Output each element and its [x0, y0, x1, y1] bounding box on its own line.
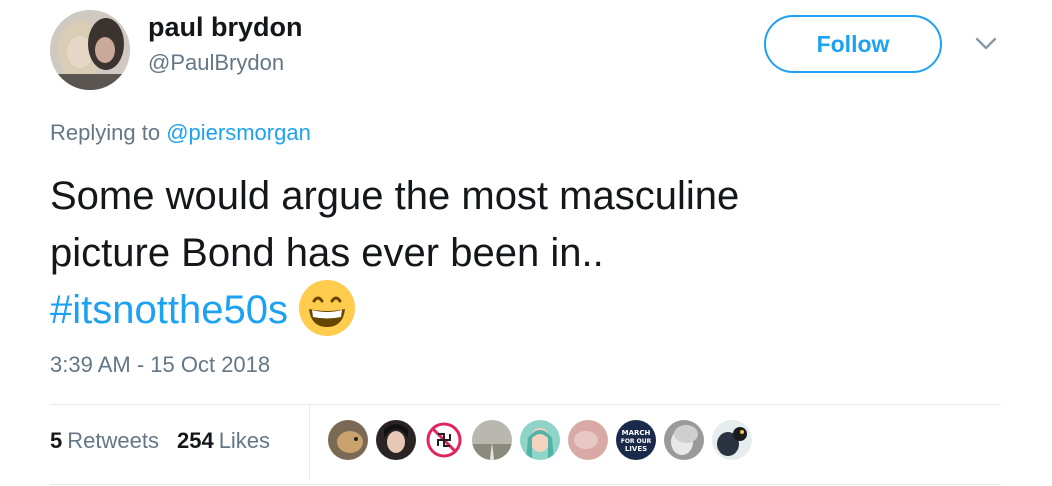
- display-name[interactable]: paul brydon: [148, 12, 303, 43]
- timestamp[interactable]: 3:39 AM - 15 Oct 2018: [50, 352, 270, 378]
- chevron-down-icon[interactable]: [974, 34, 998, 54]
- divider: [50, 484, 1001, 485]
- tweet-line-3: #itsnotthe50s: [50, 279, 950, 341]
- follow-button[interactable]: Follow: [764, 15, 942, 73]
- replying-to: Replying to @piersmorgan: [50, 120, 311, 146]
- mention-link[interactable]: @piersmorgan: [166, 120, 311, 145]
- liker-avatars: MARCH FOR OUR LIVES: [328, 420, 760, 460]
- tweet-stats: 5 Retweets 254 Likes: [50, 428, 270, 454]
- march-badge-line: LIVES: [625, 445, 647, 453]
- likes-count: 254: [176, 428, 214, 453]
- tweet-line-1: Some would argue the most masculine: [50, 174, 740, 218]
- grinning-face-emoji-icon: [298, 279, 356, 337]
- liker-avatar[interactable]: [328, 420, 368, 460]
- liker-avatar[interactable]: [664, 420, 704, 460]
- user-handle[interactable]: @PaulBrydon: [148, 50, 284, 76]
- march-badge-line: MARCH: [622, 429, 651, 437]
- tweet-text: Some would argue the most masculine pict…: [50, 168, 950, 341]
- liker-avatar[interactable]: [520, 420, 560, 460]
- liker-avatar[interactable]: MARCH FOR OUR LIVES: [616, 420, 656, 460]
- stats-divider: [309, 405, 310, 480]
- liker-avatar[interactable]: [376, 420, 416, 460]
- divider: [50, 404, 1001, 405]
- tweet-line-2: picture Bond has ever been in..: [50, 231, 604, 275]
- liker-avatar[interactable]: [472, 420, 512, 460]
- retweets-label: Retweets: [67, 428, 159, 453]
- liker-avatar[interactable]: [712, 420, 752, 460]
- retweets-count: 5: [50, 428, 63, 453]
- avatar[interactable]: [50, 10, 130, 90]
- march-badge-line: FOR OUR: [621, 438, 652, 445]
- hashtag-link[interactable]: #itsnotthe50s: [50, 288, 288, 332]
- likes-label: Likes: [218, 428, 271, 453]
- liker-avatar[interactable]: [568, 420, 608, 460]
- avatar-photo: [50, 10, 130, 90]
- likes-stat[interactable]: 254 Likes: [177, 428, 270, 454]
- liker-avatar[interactable]: [424, 420, 464, 460]
- replying-prefix: Replying to: [50, 120, 167, 145]
- retweets-stat[interactable]: 5 Retweets: [50, 428, 159, 454]
